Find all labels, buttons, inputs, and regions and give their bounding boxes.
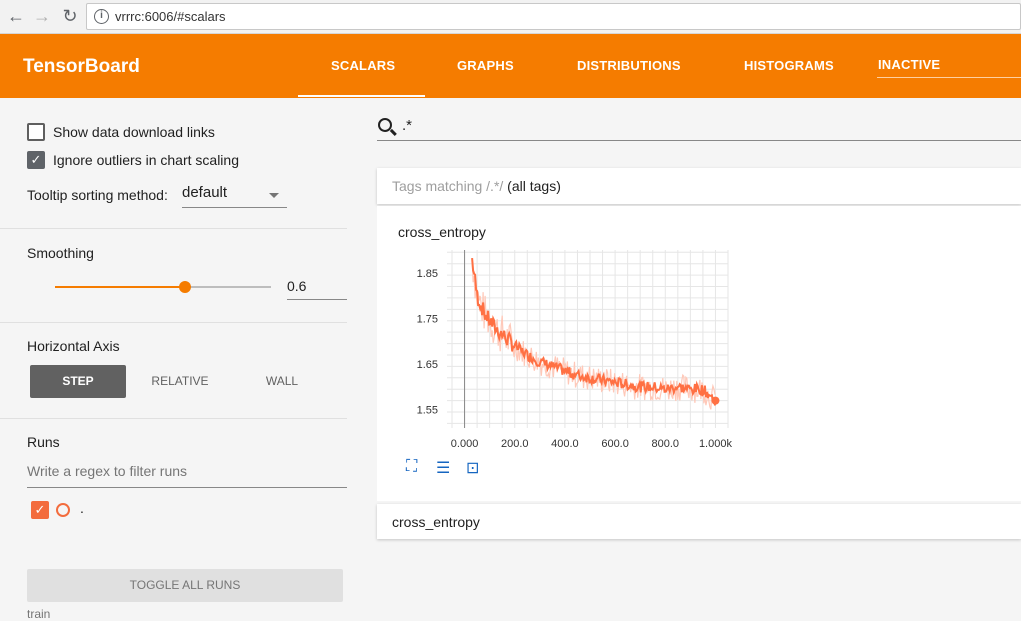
smoothing-input[interactable]: 0.6 (287, 278, 347, 300)
reload-icon[interactable]: ↻ (60, 6, 80, 26)
tooltip-sorting-value: default (182, 184, 228, 201)
x-tick-label: 1.000k (699, 438, 733, 450)
runs-filter-input[interactable]: Write a regex to filter runs (27, 463, 347, 488)
tab-scalars[interactable]: SCALARS (331, 58, 395, 73)
dropdown-arrow-icon (269, 193, 279, 198)
smoothing-label: Smoothing (27, 245, 94, 261)
train-label: train (27, 607, 51, 621)
chart-card: cross_entropy 0.000 200.0 400.0 600.0 800.0 1… (377, 206, 1021, 501)
run-color-circle[interactable] (56, 503, 70, 517)
fullscreen-icon[interactable]: ⛶ (406, 458, 417, 476)
runs-label: Runs (27, 434, 60, 450)
info-icon[interactable]: i (94, 9, 109, 24)
tags-matching-suffix: (all tags) (507, 178, 561, 194)
y-tick-label: 1.65 (417, 359, 438, 371)
url-text[interactable]: vrrrc:6006/#scalars (115, 9, 226, 24)
x-tick-label: 600.0 (601, 438, 629, 450)
toggle-all-runs-button[interactable]: TOGGLE ALL RUNS (27, 569, 343, 602)
tags-header[interactable]: Tags matching /.*/ (all tags) (377, 168, 1021, 204)
x-tick-label: 200.0 (501, 438, 529, 450)
axis-wall-button[interactable]: WALL (237, 365, 327, 398)
axis-step-button[interactable]: STEP (30, 365, 126, 398)
sidebar: Show data download links ✓ Ignore outlie… (0, 98, 347, 621)
inactive-underline (877, 77, 1021, 78)
ignore-outliers-checkbox[interactable]: ✓ (27, 151, 45, 169)
tag-group-header[interactable]: cross_entropy (377, 504, 1021, 539)
inactive-dropdown[interactable]: INACTIVE (878, 57, 940, 72)
tag-search-value[interactable]: .* (402, 117, 412, 134)
divider (0, 418, 347, 419)
axis-relative-button[interactable]: RELATIVE (135, 365, 225, 398)
tooltip-sorting-label: Tooltip sorting method: (27, 187, 168, 203)
y-tick-label: 1.55 (417, 405, 438, 417)
search-icon (378, 118, 392, 132)
selected-tab-indicator (298, 95, 425, 97)
smoothing-slider[interactable] (55, 281, 271, 293)
smoothing-slider-fill (55, 286, 185, 288)
tag-group-title: cross_entropy (392, 514, 480, 530)
series-end-point (711, 396, 720, 405)
y-tick-label: 1.75 (417, 313, 438, 325)
address-bar[interactable]: i vrrrc:6006/#scalars (86, 3, 1021, 30)
run-name: . (80, 500, 84, 516)
horizontal-axis-label: Horizontal Axis (27, 338, 120, 354)
x-tick-label: 0.000 (451, 438, 479, 450)
x-tick-label: 800.0 (652, 438, 680, 450)
run-checkbox[interactable]: ✓ (31, 501, 49, 519)
divider (0, 322, 347, 323)
tab-histograms[interactable]: HISTOGRAMS (744, 58, 834, 73)
show-download-links-checkbox[interactable] (27, 123, 45, 141)
tags-matching-text: Tags matching /.*/ (all tags) (392, 178, 561, 194)
show-download-links-label[interactable]: Show data download links (53, 124, 215, 140)
app-header: TensorBoard SCALARS GRAPHS DISTRIBUTIONS… (0, 34, 1021, 98)
chart-svg[interactable]: 0.000 200.0 400.0 600.0 800.0 1.000k 1.55 1.65 1… (377, 206, 1021, 501)
fit-domain-icon[interactable]: ⊡ (466, 458, 479, 478)
tags-matching-prefix: Tags matching /.*/ (392, 178, 504, 194)
y-tick-label: 1.85 (417, 268, 438, 280)
ignore-outliers-label[interactable]: Ignore outliers in chart scaling (53, 152, 239, 168)
tooltip-sorting-select[interactable]: default (182, 182, 287, 208)
log-scale-icon[interactable]: ☰ (436, 458, 450, 478)
tag-search-input[interactable]: .* (377, 113, 1021, 141)
tab-distributions[interactable]: DISTRIBUTIONS (577, 58, 681, 73)
tab-graphs[interactable]: GRAPHS (457, 58, 514, 73)
smoothing-slider-knob[interactable] (178, 281, 191, 293)
runs-filter-placeholder: Write a regex to filter runs (27, 463, 188, 479)
browser-toolbar: ← → ↻ i vrrrc:6006/#scalars (0, 0, 1021, 34)
back-icon[interactable]: ← (6, 6, 26, 26)
divider (0, 228, 347, 229)
app-title: TensorBoard (23, 56, 140, 77)
forward-icon[interactable]: → (32, 6, 52, 26)
x-tick-label: 400.0 (551, 438, 579, 450)
